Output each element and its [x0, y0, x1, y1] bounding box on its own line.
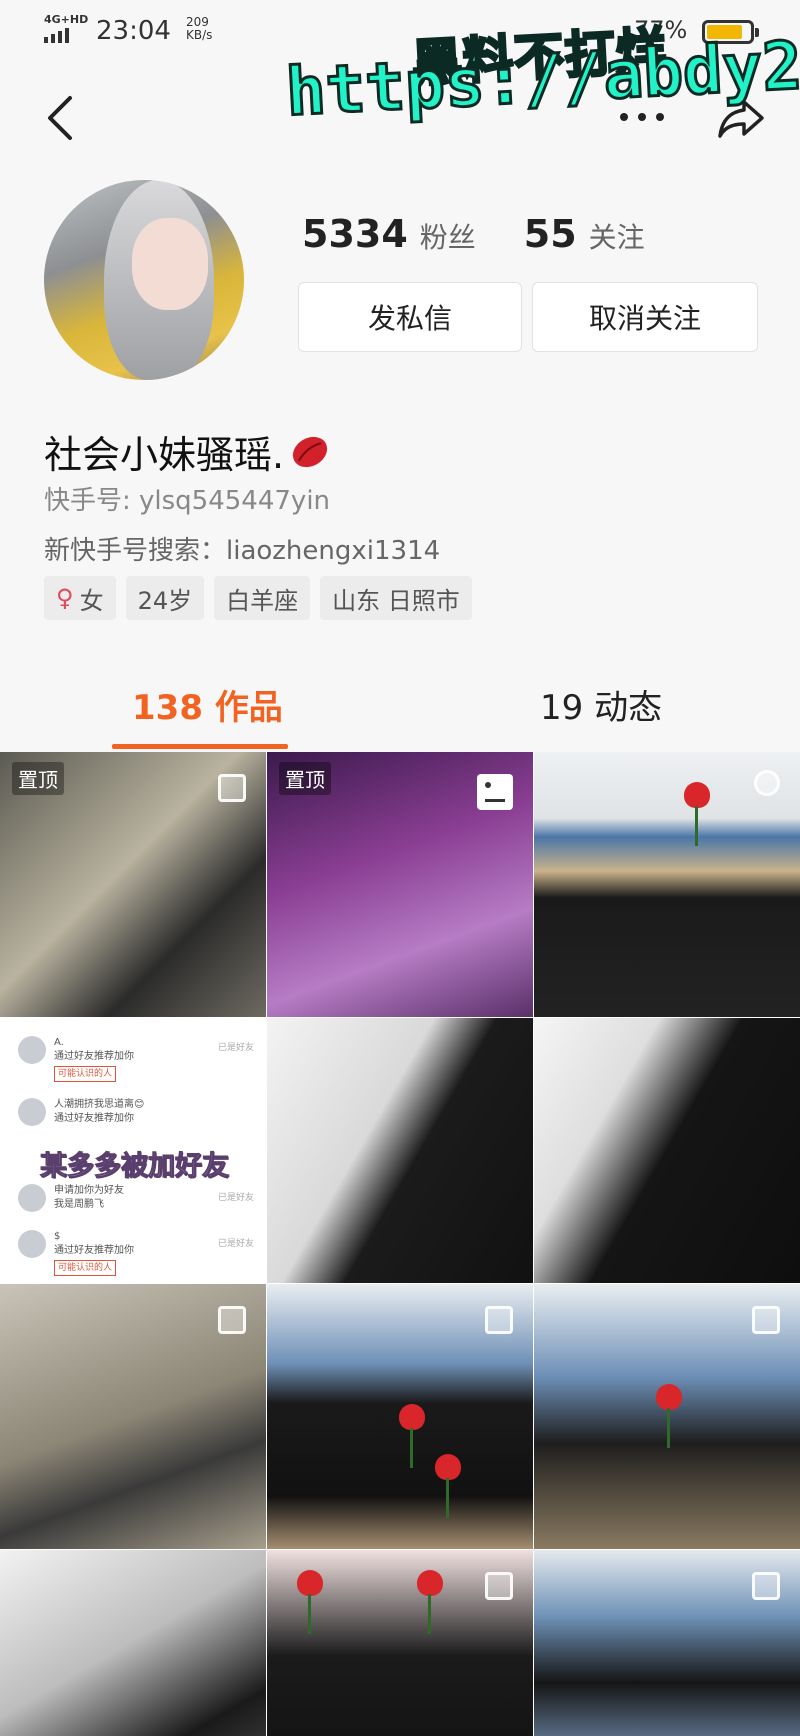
tag-age: 24岁: [125, 576, 205, 620]
chevron-left-icon[interactable]: [40, 92, 80, 144]
rose-icon: [435, 1454, 461, 1518]
chat-row: A. 通过好友推荐加你 可能认识的人: [18, 1036, 134, 1082]
video-thumbnail[interactable]: [0, 1550, 266, 1736]
select-checkbox-icon: [752, 1572, 780, 1600]
pinned-badge: 置顶: [279, 762, 331, 795]
profile-name: 社会小妹骚瑶.: [44, 424, 332, 479]
kuaishou-id: 快手号: ylsq545447yin: [44, 486, 331, 516]
rose-icon: [297, 1570, 323, 1634]
network-indicator: 4G+HD: [44, 13, 89, 26]
profile-tags: ♀ 女 24岁 白羊座 山东 日照市: [44, 576, 472, 620]
select-checkbox-icon: [218, 1306, 246, 1334]
female-icon: ♀: [56, 584, 74, 612]
network-speed-unit: KB/s: [186, 28, 213, 42]
chat-row: $ 通过好友推荐加你 可能认识的人: [18, 1230, 134, 1276]
rose-icon: [656, 1384, 682, 1448]
chat-row-message: 通过好友推荐加你: [54, 1245, 134, 1256]
chat-row-name: 人潮拥挤我思道离😊: [54, 1099, 145, 1110]
video-thumbnail[interactable]: A. 通过好友推荐加你 可能认识的人 已是好友 人潮拥挤我思道离😊 通过好友推荐…: [0, 1018, 266, 1283]
chat-row-message: 通过好友推荐加你: [54, 1113, 134, 1124]
video-thumbnail[interactable]: [267, 1284, 533, 1549]
network-speed: 209 KB/s: [186, 16, 212, 42]
active-tab-indicator: [112, 744, 288, 749]
following-count[interactable]: 55: [524, 212, 577, 256]
chat-row-text: 申请加你为好友 我是周鹏飞: [54, 1184, 124, 1212]
profile-stats: 5334 粉丝 55 关注: [302, 212, 645, 256]
works-grid: 置顶 置顶 A. 通过好友推荐加你 可能认识的人 已是好友 人潮拥挤我思道离😊 …: [0, 752, 800, 1736]
select-checkbox-icon: [752, 1306, 780, 1334]
chat-overlay-text: 某多多被加好友: [40, 1151, 230, 1183]
image-type-icon: [477, 774, 513, 810]
chat-row-status: 已是好友: [217, 1239, 254, 1249]
status-time: 23:04: [96, 16, 171, 46]
chat-row-message: 我是周鹏飞: [54, 1199, 104, 1210]
rose-icon: [684, 782, 710, 846]
video-thumbnail[interactable]: 置顶: [267, 752, 533, 1017]
tag-location: 山东 日照市: [320, 576, 472, 620]
followers-count[interactable]: 5334: [302, 212, 408, 256]
tag-gender-text: 女: [79, 586, 104, 615]
chat-row-name: A.: [54, 1037, 64, 1048]
chat-row-tag: 可能认识的人: [54, 1260, 117, 1276]
chat-row-message: 通过好友推荐加你: [54, 1051, 134, 1062]
video-thumbnail[interactable]: [534, 1284, 800, 1549]
video-thumbnail[interactable]: [267, 1550, 533, 1736]
chat-avatar: [18, 1184, 46, 1212]
tab-works[interactable]: 138 作品: [132, 680, 283, 729]
chat-row-status: 已是好友: [217, 1043, 254, 1053]
select-checkbox-icon: [218, 774, 246, 802]
following-label[interactable]: 关注: [589, 216, 645, 256]
rose-icon: [399, 1404, 425, 1468]
chat-row-text: 人潮拥挤我思道离😊 通过好友推荐加你: [54, 1098, 144, 1126]
lips-icon: [293, 436, 328, 467]
chat-row-tag: 可能认识的人: [54, 1066, 117, 1082]
video-thumbnail[interactable]: [267, 1018, 533, 1283]
unfollow-button[interactable]: 取消关注: [532, 282, 758, 352]
followers-label[interactable]: 粉丝: [420, 216, 476, 256]
chat-avatar: [18, 1036, 46, 1064]
pinned-badge: 置顶: [12, 762, 64, 795]
chat-row-text: $ 通过好友推荐加你 可能认识的人: [54, 1230, 134, 1276]
chat-row: 申请加你为好友 我是周鹏飞: [18, 1184, 124, 1212]
tag-zodiac: 白羊座: [214, 576, 311, 620]
tab-moments[interactable]: 19 动态: [540, 680, 662, 729]
video-thumbnail[interactable]: [534, 1018, 800, 1283]
video-thumbnail[interactable]: 置顶: [0, 752, 266, 1017]
chat-row-name: $: [54, 1231, 61, 1242]
select-checkbox-icon: [485, 1306, 513, 1334]
profile-name-text: 社会小妹骚瑶.: [44, 433, 285, 477]
video-thumbnail[interactable]: [534, 752, 800, 1017]
video-thumbnail[interactable]: [0, 1284, 266, 1549]
video-thumbnail[interactable]: [534, 1550, 800, 1736]
chat-avatar: [18, 1098, 46, 1126]
chat-avatar: [18, 1230, 46, 1258]
avatar[interactable]: [44, 180, 244, 380]
select-circle-icon: [754, 770, 780, 796]
signal-icon: [44, 28, 69, 43]
rose-icon: [417, 1570, 443, 1634]
chat-row: 人潮拥挤我思道离😊 通过好友推荐加你: [18, 1098, 144, 1126]
send-message-button[interactable]: 发私信: [298, 282, 522, 352]
chat-row-status: 已是好友: [217, 1193, 254, 1203]
select-checkbox-icon: [485, 1572, 513, 1600]
tag-gender: ♀ 女: [44, 576, 116, 620]
chat-row-text: A. 通过好友推荐加你 可能认识的人: [54, 1036, 134, 1082]
chat-row-name: 申请加你为好友: [54, 1185, 124, 1196]
new-id-hint: 新快手号搜索：liaozhengxi1314: [44, 536, 441, 566]
